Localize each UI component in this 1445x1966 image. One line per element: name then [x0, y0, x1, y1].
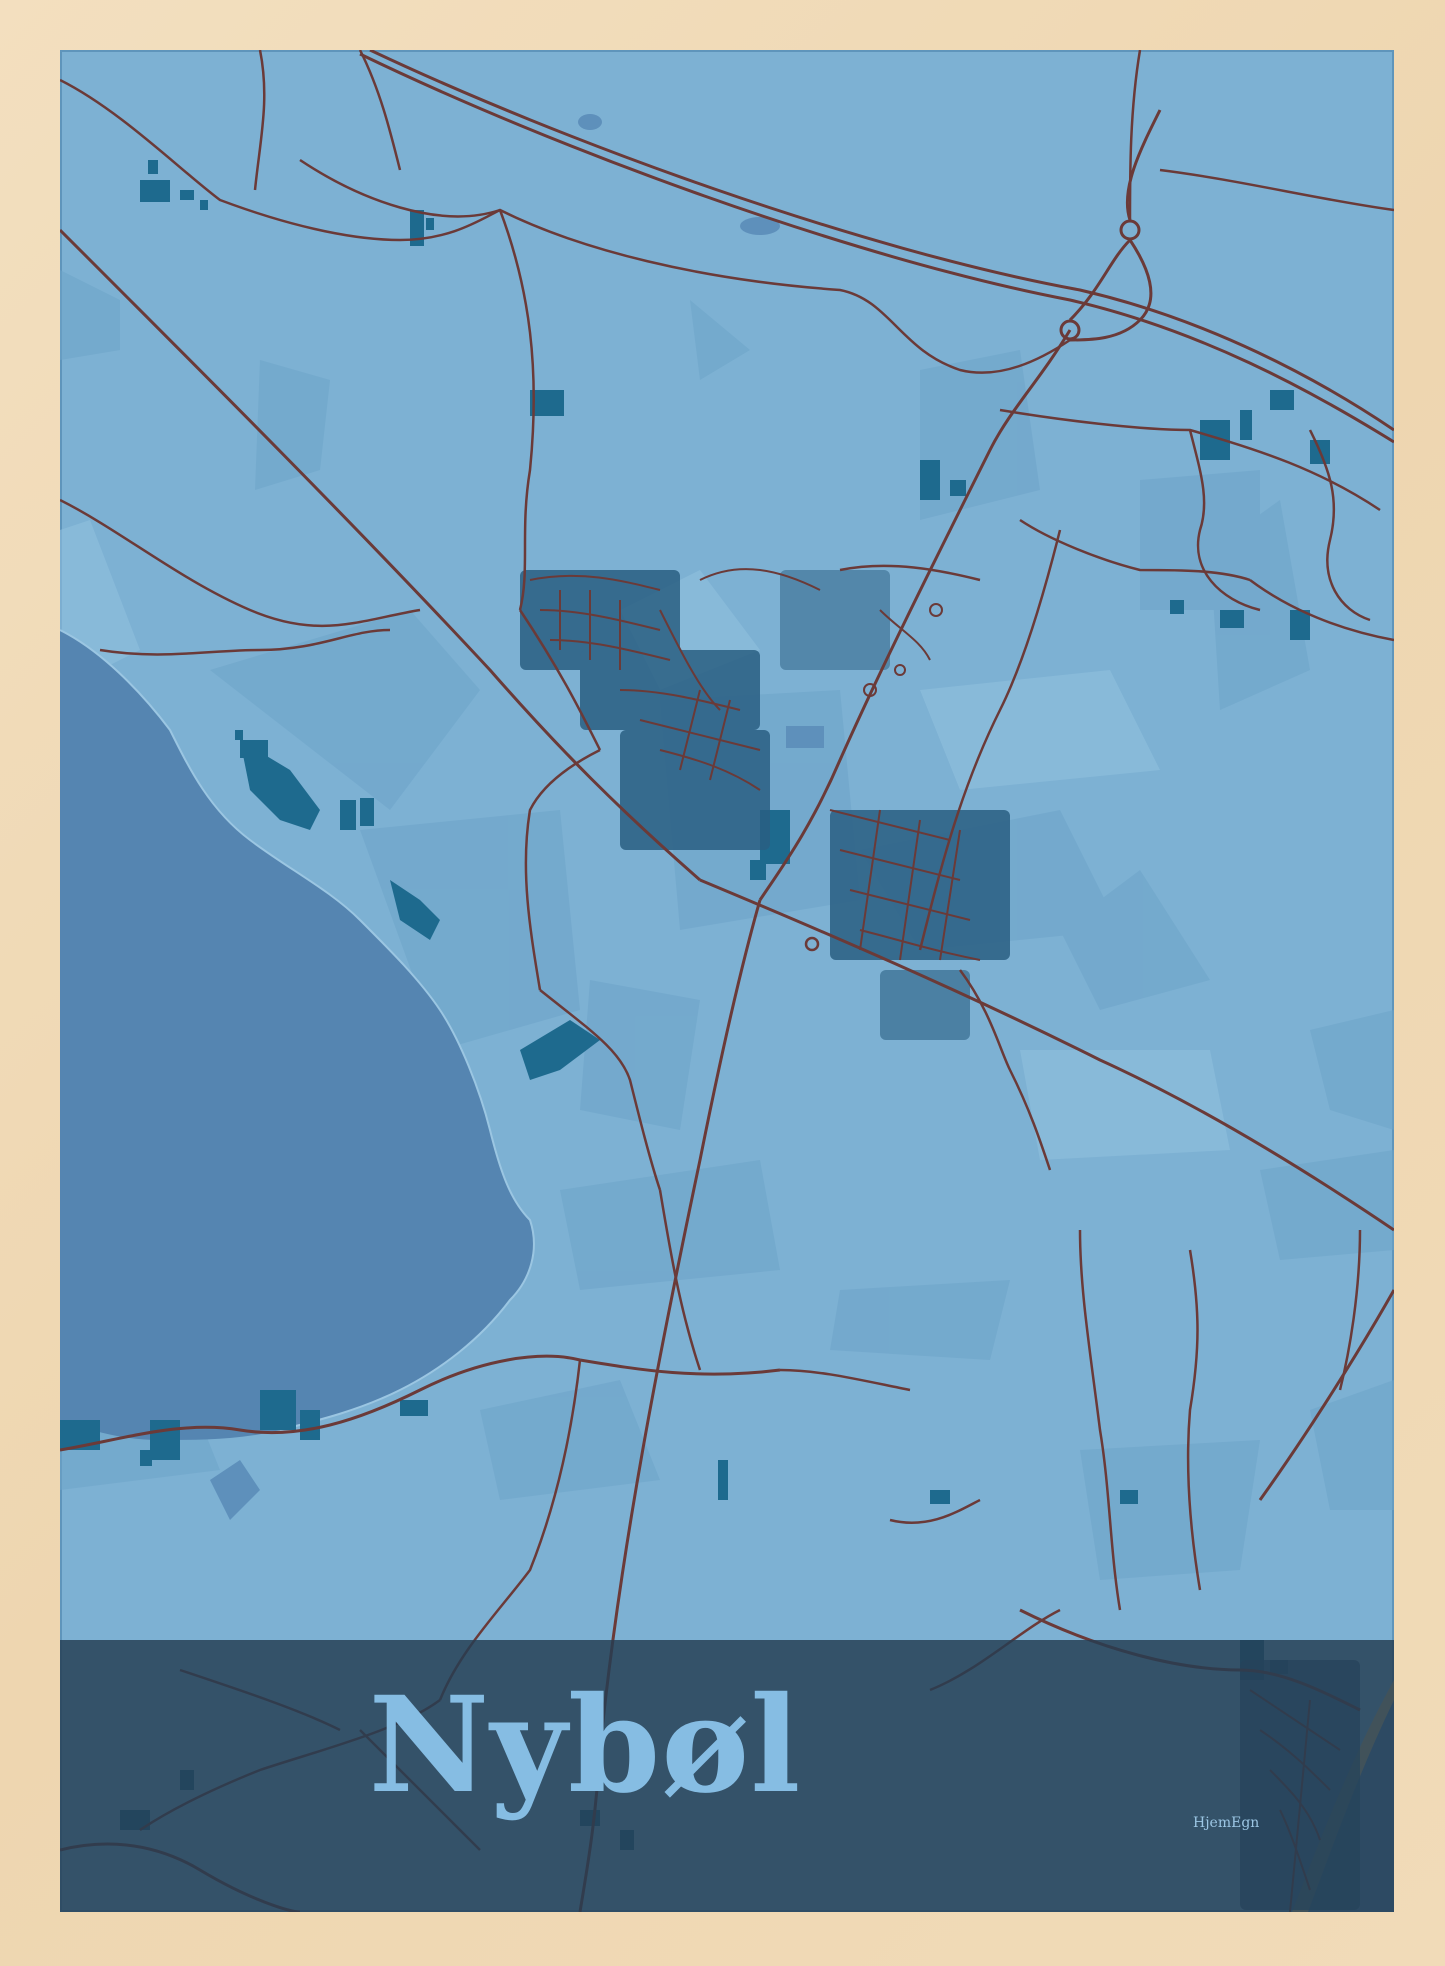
- roundabouts: [1059, 109, 1162, 342]
- map-poster: Nybøl HjemEgn: [60, 50, 1394, 1912]
- brand-logo-text: HjemEgn: [1193, 1815, 1260, 1831]
- pond-2: [578, 114, 602, 130]
- pool: [786, 726, 824, 748]
- poster-title: Nybøl: [368, 1668, 802, 1823]
- street-map: [60, 50, 1394, 1912]
- roundabout-centre: [804, 936, 820, 952]
- poster-frame: Nybøl HjemEgn: [0, 0, 1445, 1966]
- motorway: [359, 50, 1394, 444]
